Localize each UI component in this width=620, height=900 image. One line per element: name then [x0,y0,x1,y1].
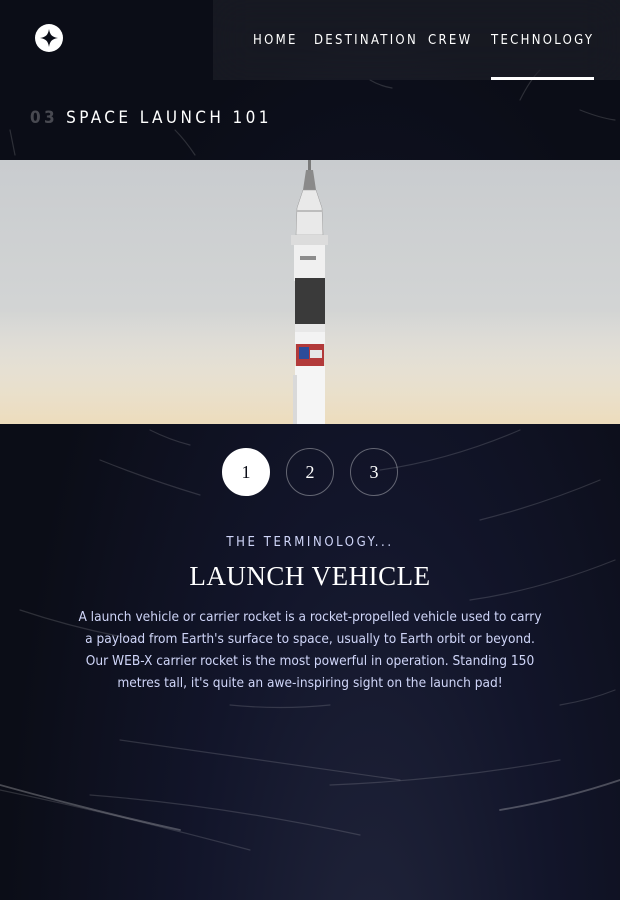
nav-technology[interactable]: TECHNOLOGY [491,0,595,80]
nav-home[interactable]: HOME [253,0,298,80]
nav-destination[interactable]: DESTINATION [314,0,418,80]
site-header: HOME DESTINATION CREW TECHNOLOGY [0,0,620,80]
main-nav: HOME DESTINATION CREW TECHNOLOGY [213,0,620,80]
terminology-eyebrow: THE TERMINOLOGY... [226,535,394,550]
slide-3-button[interactable]: 3 [350,448,398,496]
page-title: SPACE LAUNCH 101 [66,108,272,128]
page-heading: 03 SPACE LAUNCH 101 [30,108,272,128]
hero-image [0,160,620,424]
slide-1-button[interactable]: 1 [222,448,270,496]
technology-title: LAUNCH VEHICLE [189,561,431,591]
nav-crew[interactable]: CREW [428,0,472,80]
page-number: 03 [30,108,59,128]
rocket-image [0,160,620,424]
technology-description: A launch vehicle or carrier rocket is a … [78,609,542,691]
slide-2-button[interactable]: 2 [286,448,334,496]
logo-icon[interactable] [35,24,63,52]
